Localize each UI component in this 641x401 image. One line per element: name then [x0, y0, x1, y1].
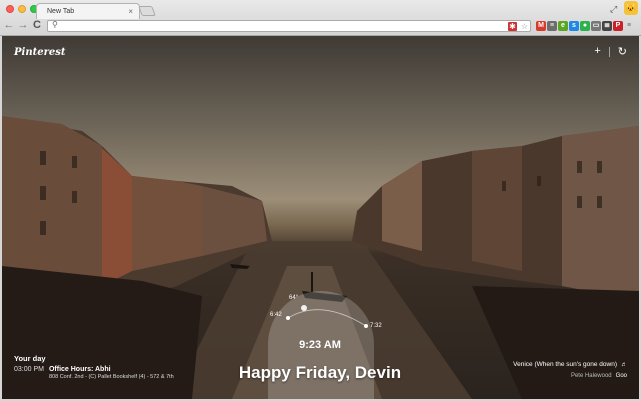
bookmark-star-icon[interactable]: ☆	[520, 22, 529, 31]
google-plus-icon: Goo	[615, 373, 627, 379]
sunrise-time: 6:42	[270, 312, 282, 318]
new-tab-page: Pinterest + ↻ 64° 6:42 7:32 9:23 AM Happ…	[2, 36, 639, 399]
calendar-event[interactable]: 03:00 PM Office Hours: Abhi	[14, 366, 174, 373]
photo-title: Venice (When the sun's gone down)	[513, 361, 617, 368]
new-tab-button[interactable]	[138, 6, 156, 16]
browser-toolbar: ← → C ⚲ ✱ ☆ M ≡ e s ● ▭ ≣ P ≡	[0, 18, 641, 35]
reload-button[interactable]: C	[31, 19, 43, 31]
your-day-panel: Your day 03:00 PM Office Hours: Abhi 808…	[14, 354, 174, 380]
minimize-window-button[interactable]	[18, 5, 26, 13]
evernote-extension-icon[interactable]: e	[558, 21, 568, 31]
close-window-button[interactable]	[6, 5, 14, 13]
pinterest-extension-icon[interactable]: P	[613, 21, 623, 31]
window-extension-icon[interactable]: ▭	[591, 21, 601, 31]
fullscreen-icon[interactable]: ⤢	[610, 4, 617, 15]
address-input[interactable]	[62, 21, 502, 31]
refresh-icon[interactable]: ↻	[618, 45, 627, 58]
browser-chrome: New Tab × ⤢ 🐱 ← → C ⚲ ✱ ☆ M ≡ e s ● ▭ ≣ P ≡	[0, 0, 641, 36]
event-title: Office Hours: Abhi	[48, 366, 111, 373]
close-tab-icon[interactable]: ×	[128, 7, 133, 16]
gmail-extension-icon[interactable]: M	[536, 21, 546, 31]
reader-extension-icon[interactable]: ≡	[547, 21, 557, 31]
greeting-text: Happy Friday, Devin	[238, 363, 402, 382]
tab-new-tab[interactable]: New Tab ×	[36, 3, 140, 19]
photo-author: Pete Halewood	[570, 373, 612, 379]
sunset-time: 7:32	[370, 323, 382, 329]
event-time: 03:00 PM	[14, 366, 44, 373]
menu-icon[interactable]: ≡	[624, 21, 634, 31]
address-bar[interactable]: ⚲ ✱ ☆	[47, 20, 531, 32]
sunrise-marker	[286, 316, 290, 320]
lastpass-icon[interactable]: ✱	[508, 22, 517, 31]
search-icon: ⚲	[52, 20, 58, 29]
temperature-label: 64°	[289, 295, 299, 301]
divider	[608, 47, 610, 57]
pinterest-logo[interactable]: Pinterest	[14, 47, 65, 58]
window-controls	[6, 5, 38, 13]
photo-credit: Venice (When the sun's gone down) ♬ Pete…	[513, 361, 627, 379]
top-actions: + ↻	[594, 45, 627, 58]
feedly-extension-icon[interactable]: ●	[580, 21, 590, 31]
sun-position-marker	[301, 305, 307, 311]
sunset-marker	[364, 324, 368, 328]
tab-title: New Tab	[47, 8, 75, 15]
back-button[interactable]: ←	[3, 19, 15, 31]
photo-author-row[interactable]: Pete Halewood Goo	[513, 373, 627, 379]
photo-title-row[interactable]: Venice (When the sun's gone down) ♬	[513, 361, 627, 368]
forward-button[interactable]: →	[17, 19, 29, 31]
clock-time: 9:23 AM	[299, 339, 341, 351]
add-icon[interactable]: +	[594, 45, 600, 58]
event-location: 808 Conf. 2nd - (C) Pallet Bookshelf (4)…	[49, 374, 174, 380]
shield-extension-icon[interactable]: s	[569, 21, 579, 31]
reader-list-extension-icon[interactable]: ≣	[602, 21, 612, 31]
profile-avatar-icon[interactable]: 🐱	[624, 1, 638, 15]
your-day-title: Your day	[14, 354, 46, 363]
music-icon: ♬	[621, 361, 627, 368]
